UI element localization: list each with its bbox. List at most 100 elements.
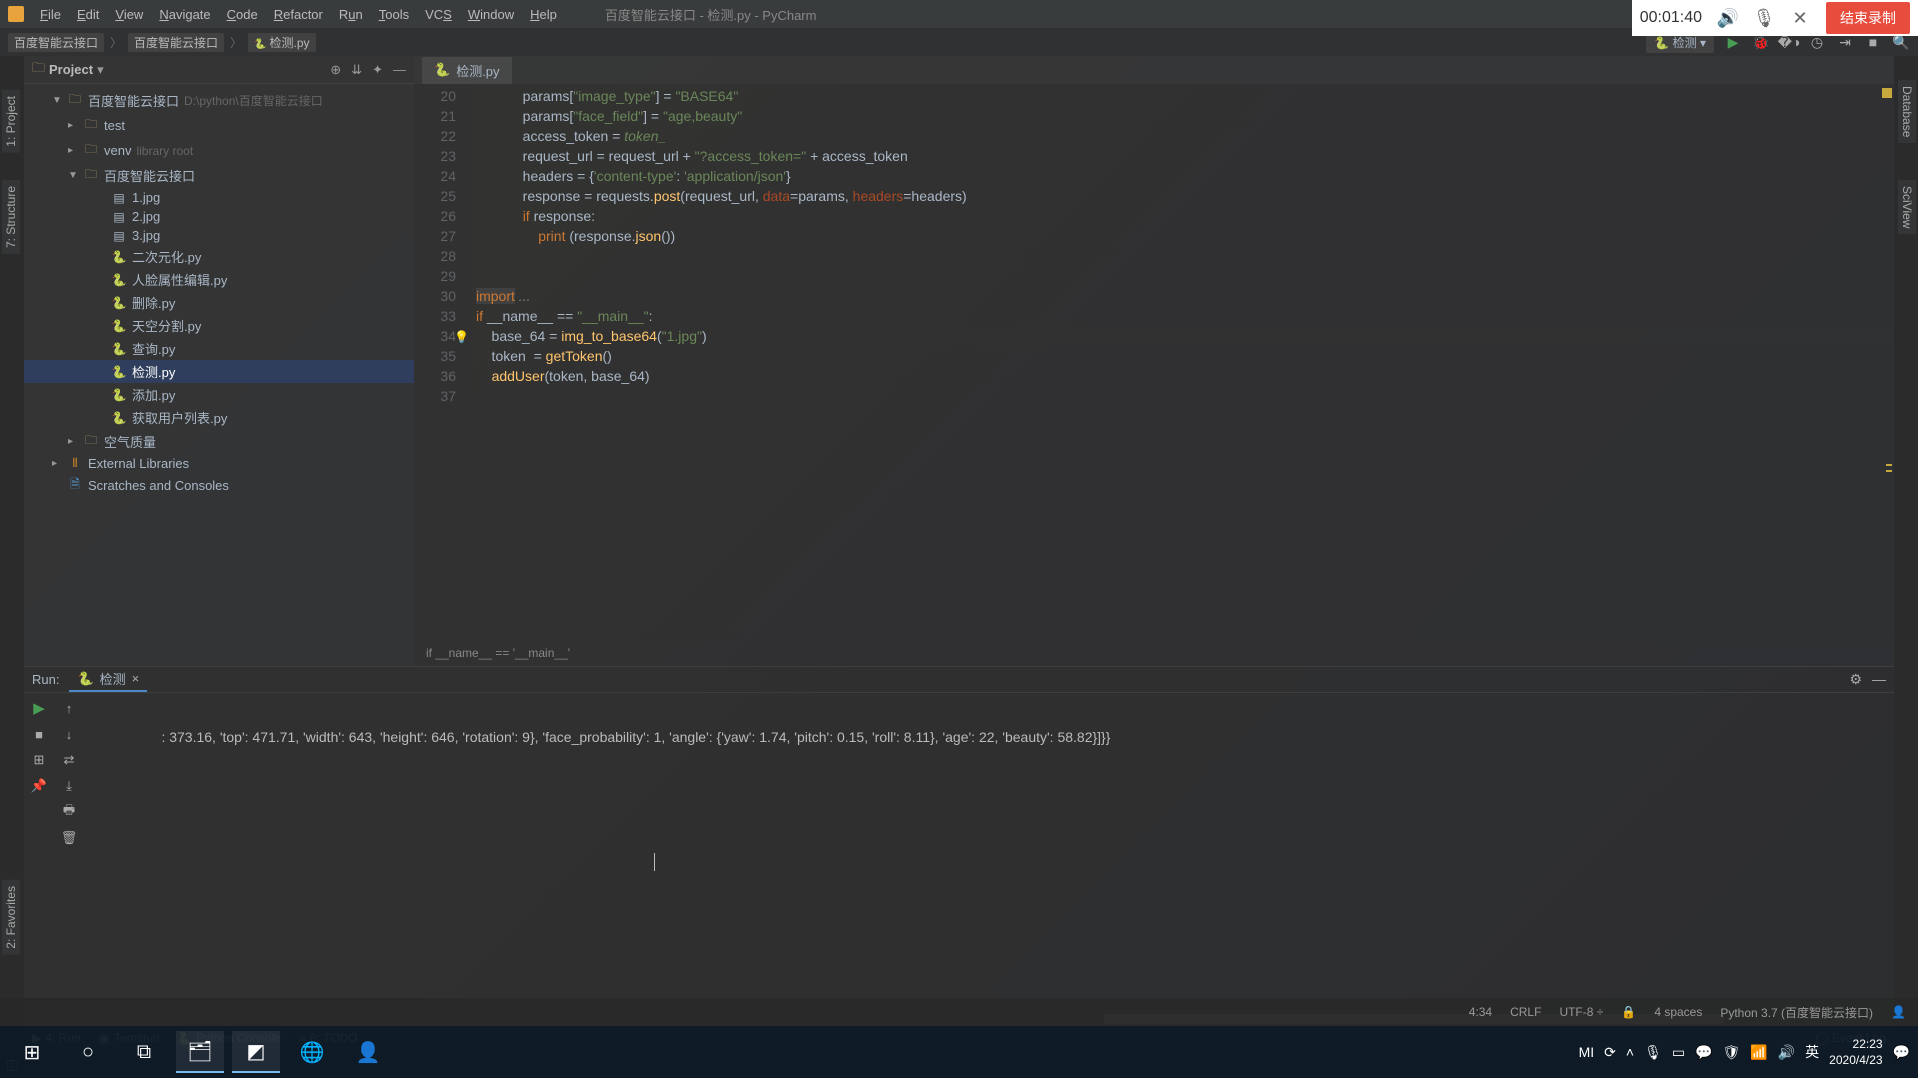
task-view-icon[interactable]: ⧉ [120, 1031, 168, 1073]
tree-item[interactable]: 🐍添加.py [24, 383, 414, 406]
menu-vcs[interactable]: VCS [417, 7, 460, 22]
tool-project-tab[interactable]: 1: Project [2, 90, 20, 153]
input-icon[interactable]: 🎙 [1644, 1044, 1662, 1061]
tool-database-tab[interactable]: Database [1898, 80, 1916, 143]
ime-icon[interactable]: 英 [1805, 1042, 1819, 1062]
start-button[interactable]: ⊞ [8, 1031, 56, 1073]
hide-icon[interactable]: — [393, 62, 406, 78]
tree-item[interactable]: ▸🗀venv library root [24, 138, 414, 163]
run-panel: Run: 🐍 检测 × ⚙ — ▶ ■ ⊞ 📌 ↑ ↓ [24, 666, 1894, 1026]
line-ending[interactable]: CRLF [1510, 1005, 1541, 1019]
inspector-icon[interactable]: 👤 [1891, 1005, 1906, 1019]
status-bar: 4:34 CRLF UTF-8 ÷ 🔒 4 spaces Python 3.7 … [0, 998, 1918, 1026]
cortana-icon[interactable]: ○ [64, 1031, 112, 1073]
tree-item[interactable]: 🐍检测.py [24, 360, 414, 383]
tree-item[interactable]: ▤3.jpg [24, 226, 414, 245]
tree-item[interactable]: 🐍查询.py [24, 337, 414, 360]
volume-icon[interactable]: 🔊 [1778, 1044, 1795, 1061]
stop-icon[interactable]: ■ [30, 725, 48, 743]
defender-icon[interactable]: 🛡 [1723, 1044, 1741, 1061]
notifications-icon[interactable]: 💬 [1893, 1044, 1910, 1061]
app-icon[interactable]: 👤 [344, 1031, 392, 1073]
wifi-icon[interactable]: 📶 [1750, 1044, 1767, 1061]
close-icon[interactable]: × [132, 671, 140, 686]
tree-root[interactable]: ▼🗀 百度智能云接口 D:\python\百度智能云接口 [24, 88, 414, 113]
tool-favorites-tab[interactable]: 2: Favorites [2, 880, 20, 955]
sync-icon[interactable]: ⟳ [1604, 1044, 1616, 1061]
editor-body[interactable]: 20212223242526272829303334353637 params[… [414, 84, 1894, 644]
tree-item[interactable]: ▸🗀空气质量 [24, 429, 414, 454]
editor-tab[interactable]: 🐍 检测.py [422, 57, 512, 84]
code-breadcrumb[interactable]: if __name__ == '__main__' [414, 644, 1894, 666]
trash-icon[interactable]: 🗑 [60, 829, 78, 847]
menu-window[interactable]: Window [460, 7, 522, 22]
mic-icon[interactable]: 🎙 [1754, 8, 1774, 28]
code-area[interactable]: params["image_type"] = "BASE64" params["… [472, 84, 1894, 644]
run-config-label: 检测 [1673, 36, 1697, 50]
run-tab[interactable]: 🐍 检测 × [69, 667, 147, 692]
scroll-icon[interactable]: ⤓ [60, 777, 78, 795]
warning-stripe-icon[interactable] [1882, 88, 1892, 98]
tree-item[interactable]: 🐍二次元化.py [24, 245, 414, 268]
menu-view[interactable]: View [107, 7, 151, 22]
tree-item[interactable]: 🐍删除.py [24, 291, 414, 314]
wrap-icon[interactable]: ⇄ [60, 751, 78, 769]
collapse-icon[interactable]: ⇊ [351, 62, 362, 78]
project-tree[interactable]: ▼🗀 百度智能云接口 D:\python\百度智能云接口 ▸🗀test▸🗀ven… [24, 84, 414, 666]
tree-item[interactable]: ▤2.jpg [24, 207, 414, 226]
breadcrumb-file[interactable]: 检测.py [248, 33, 315, 52]
indent[interactable]: 4 spaces [1654, 1005, 1702, 1019]
run-output[interactable]: : 373.16, 'top': 471.71, 'width': 643, '… [84, 693, 1894, 1026]
chevron-up-icon[interactable]: ˄ [1626, 1044, 1634, 1060]
explorer-icon[interactable]: 🗂 [176, 1031, 224, 1073]
tree-root-path: D:\python\百度智能云接口 [184, 92, 323, 109]
menu-navigate[interactable]: Navigate [151, 7, 218, 22]
menu-tools[interactable]: Tools [371, 7, 417, 22]
layout-icon[interactable]: ⊞ [30, 751, 48, 769]
tree-item[interactable]: 🐍天空分割.py [24, 314, 414, 337]
gear-icon[interactable]: ⚙ [1849, 671, 1862, 688]
menu-refactor[interactable]: Refactor [266, 7, 331, 22]
menu-help[interactable]: Help [522, 7, 565, 22]
breadcrumb-root[interactable]: 百度智能云接口 [8, 33, 104, 52]
edge-icon[interactable]: 🌐 [288, 1031, 336, 1073]
down-icon[interactable]: ↓ [60, 725, 78, 743]
run-toolbar-left: ▶ ■ ⊞ 📌 [24, 693, 54, 1026]
print-icon[interactable]: 🖶 [60, 803, 78, 821]
tree-item[interactable]: ▸🗀test [24, 113, 414, 138]
intention-bulb-icon[interactable]: 💡 [454, 327, 469, 347]
up-icon[interactable]: ↑ [60, 699, 78, 717]
breadcrumb-folder[interactable]: 百度智能云接口 [128, 33, 224, 52]
menu-code[interactable]: Code [219, 7, 266, 22]
dropdown-icon[interactable]: ▾ [97, 62, 104, 78]
speaker-icon[interactable]: 🔊 [1718, 8, 1738, 28]
tree-item[interactable]: ▼🗀百度智能云接口 [24, 163, 414, 188]
readonly-icon[interactable]: 🔒 [1621, 1005, 1636, 1019]
interpreter[interactable]: Python 3.7 (百度智能云接口) [1720, 1004, 1873, 1021]
tree-item[interactable]: ▤1.jpg [24, 188, 414, 207]
menu-file[interactable]: File [32, 7, 69, 22]
touchpad-icon[interactable]: ▭ [1672, 1044, 1685, 1061]
hide-icon[interactable]: — [1872, 671, 1886, 688]
encoding[interactable]: UTF-8 ÷ [1559, 1005, 1603, 1019]
tree-scratches[interactable]: 🗎 Scratches and Consoles [24, 473, 414, 498]
tool-sciview-tab[interactable]: SciView [1898, 180, 1916, 234]
locate-icon[interactable]: ⊕ [330, 62, 341, 78]
clock[interactable]: 22:23 2020/4/23 [1829, 1036, 1882, 1068]
marks[interactable] [1886, 464, 1892, 476]
rerun-icon[interactable]: ▶ [30, 699, 48, 717]
wechat-icon[interactable]: 💬 [1695, 1044, 1712, 1061]
pycharm-taskbar-icon[interactable]: ◩ [232, 1031, 280, 1073]
tree-item[interactable]: 🐍人脸属性编辑.py [24, 268, 414, 291]
tool-structure-tab[interactable]: 7: Structure [2, 180, 20, 254]
tree-external[interactable]: ▸⫴ External Libraries [24, 454, 414, 473]
menu-edit[interactable]: Edit [69, 7, 107, 22]
cursor-pos[interactable]: 4:34 [1469, 1005, 1492, 1019]
end-recording-button[interactable]: 结束录制 [1826, 2, 1910, 34]
menu-run[interactable]: Run [331, 7, 371, 22]
tree-item[interactable]: 🐍获取用户列表.py [24, 406, 414, 429]
pin-icon[interactable]: 📌 [30, 777, 48, 795]
close-icon[interactable]: ✕ [1790, 8, 1810, 28]
run-tab-label: 检测 [100, 669, 126, 688]
settings-icon[interactable]: ✦ [372, 62, 383, 78]
